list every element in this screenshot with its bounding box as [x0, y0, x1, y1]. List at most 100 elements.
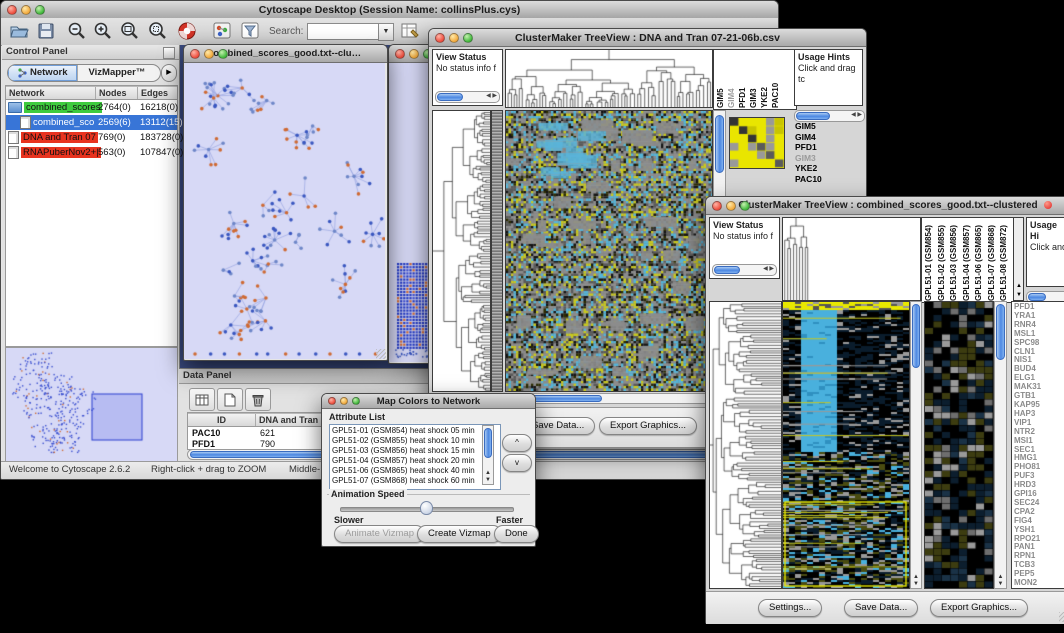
zoom-icon[interactable] — [352, 397, 360, 405]
zoom-icon[interactable] — [463, 33, 473, 43]
scrollbar-thumb[interactable] — [530, 395, 602, 402]
tab-network[interactable]: Network — [8, 65, 77, 81]
zoom-icon[interactable] — [740, 201, 750, 211]
title-bar[interactable]: combined_scores_good.txt--cluste... — [184, 45, 387, 63]
title-bar[interactable]: Map Colors to Network — [322, 394, 535, 409]
filter-icon[interactable] — [241, 22, 260, 45]
network-row[interactable]: DNA and Tran 07 769(0) 183728(0) — [6, 130, 177, 145]
search-input[interactable] — [307, 23, 381, 40]
scroll-arrows-icon[interactable]: ◀ ▶ — [486, 92, 497, 101]
gene-labels[interactable]: PFD1YRA1RNR4MSL1SPC98CLN1NIS1BUD4ELG1MAK… — [1011, 301, 1064, 589]
close-icon[interactable] — [712, 201, 722, 211]
network-row-selected[interactable]: combined_sco 2569(6) 13112(15) — [6, 115, 177, 130]
minimize-icon[interactable] — [409, 49, 419, 59]
minimize-icon[interactable] — [449, 33, 459, 43]
column-label[interactable]: GPL51-03 (GSM856) — [948, 219, 961, 301]
column-label[interactable]: GPL51-08 (GSM872) — [998, 219, 1011, 301]
speed-slider-thumb[interactable] — [420, 501, 433, 515]
col-network[interactable]: Network — [6, 87, 96, 99]
move-down-button[interactable]: v — [502, 454, 532, 472]
scroll-up-icon[interactable]: ▲ — [995, 574, 1006, 580]
export-graphics-button[interactable]: Export Graphics... — [930, 599, 1028, 617]
attribute-item[interactable]: GPL51-06 (GSM865) heat shock 40 min — [332, 466, 498, 476]
scroll-down-icon[interactable]: ▼ — [911, 581, 921, 587]
zoom-out-icon[interactable] — [67, 21, 87, 46]
title-bar[interactable]: ClusterMaker TreeView : DNA and Tran 07-… — [429, 29, 866, 47]
resize-grip[interactable] — [1059, 612, 1064, 622]
scrollbar-thumb[interactable] — [912, 304, 920, 368]
save-icon[interactable] — [37, 22, 55, 45]
column-label[interactable]: PFD1 — [738, 51, 748, 108]
zoom-heatmap[interactable] — [729, 117, 785, 169]
col-edges[interactable]: Edges — [138, 87, 177, 99]
zoom-heatmap[interactable] — [924, 301, 994, 589]
minimize-icon[interactable] — [21, 5, 31, 15]
scrollbar-thumb[interactable] — [1028, 293, 1046, 301]
close-icon[interactable] — [7, 5, 17, 15]
column-dendrogram[interactable] — [505, 49, 713, 108]
close-icon[interactable] — [435, 33, 445, 43]
network-canvas[interactable] — [184, 63, 385, 359]
zoom-icon[interactable] — [218, 49, 228, 59]
column-label[interactable]: GPL51-04 (GSM857) — [961, 219, 974, 301]
column-label[interactable]: GPL51-01 (GSM854) — [923, 219, 936, 301]
tab-overflow-button[interactable]: ▶ — [161, 64, 177, 82]
search-dropdown-button[interactable]: ▼ — [378, 23, 394, 41]
gene-label[interactable]: GIM4 — [795, 132, 861, 143]
zoom-vscrollbar[interactable]: ▲ ▼ — [994, 301, 1007, 589]
scrollbar-thumb[interactable] — [714, 266, 740, 274]
gene-label[interactable]: GIM5 — [795, 121, 861, 132]
vizmapper-icon[interactable] — [213, 22, 232, 45]
col-id[interactable]: ID — [188, 414, 256, 426]
column-label[interactable]: GIM5 — [716, 51, 726, 108]
heatmap-canvas[interactable] — [505, 110, 713, 392]
scrollbar-thumb[interactable] — [796, 112, 830, 120]
column-label[interactable]: GPL51-07 (GSM868) — [986, 219, 999, 301]
gene-label[interactable]: GIM3 — [795, 153, 861, 164]
column-label[interactable]: GIM3 — [749, 51, 759, 108]
open-file-icon[interactable] — [9, 22, 29, 45]
scrollbar-thumb[interactable] — [437, 93, 463, 101]
network-row[interactable]: RNAPuberNov2+| 563(0) 107847(0) — [6, 145, 177, 160]
heatmap-canvas[interactable] — [782, 301, 910, 589]
gene-label[interactable]: MON2 — [1014, 579, 1064, 588]
column-scroll-arrows[interactable]: ▲ ▼ — [1013, 217, 1024, 301]
export-graphics-button[interactable]: Export Graphics... — [599, 417, 697, 435]
column-label[interactable]: YKE2 — [760, 51, 770, 108]
zoom-icon[interactable] — [35, 5, 45, 15]
attribute-item[interactable]: GPL51-04 (GSM857) heat shock 20 min — [332, 456, 498, 466]
resize-grip[interactable] — [376, 349, 386, 359]
column-label[interactable]: GIM4 — [727, 51, 737, 108]
scroll-down-icon[interactable]: ▼ — [1016, 292, 1022, 298]
scroll-arrows-icon[interactable]: ◀ ▶ — [851, 111, 862, 120]
done-button[interactable]: Done — [494, 525, 539, 543]
col-nodes[interactable]: Nodes — [96, 87, 138, 99]
settings-button[interactable]: Settings... — [758, 599, 822, 617]
scroll-down-icon[interactable]: ▼ — [483, 477, 493, 483]
gene-label[interactable]: PAC10 — [795, 174, 861, 185]
float-panel-icon[interactable] — [163, 47, 175, 59]
minimize-icon[interactable] — [726, 201, 736, 211]
birdseye-view[interactable] — [5, 347, 178, 462]
gene-labels[interactable]: GIM5GIM4PFD1GIM3YKE2PAC10 — [795, 121, 861, 184]
attribute-item[interactable]: GPL51-07 (GSM868) heat shock 60 min — [332, 476, 498, 486]
save-data-button[interactable]: Save Data... — [844, 599, 918, 617]
close-icon[interactable] — [1044, 201, 1052, 209]
row-dendrogram[interactable] — [432, 110, 491, 392]
title-bar[interactable]: ClusterMaker TreeView : combined_scores_… — [706, 197, 1064, 215]
close-icon[interactable] — [395, 49, 405, 59]
help-icon[interactable] — [177, 21, 197, 46]
view-status-scrollbar[interactable]: ◀ ▶ — [712, 264, 777, 276]
attribute-item[interactable]: GPL51-02 (GSM855) heat shock 10 min — [332, 436, 498, 446]
attribute-list-scrollbar[interactable]: ▲ ▼ — [482, 425, 494, 485]
close-icon[interactable] — [190, 49, 200, 59]
zoom-selected-icon[interactable] — [119, 21, 141, 46]
attribute-list[interactable]: GPL51-01 (GSM854) heat shock 05 minGPL51… — [329, 424, 501, 490]
network-row[interactable]: combined_scores 2764(0) 16218(0) — [6, 100, 177, 115]
heatmap-hscrollbar[interactable] — [505, 393, 713, 404]
attribute-item[interactable]: GPL51-01 (GSM854) heat shock 05 min — [332, 426, 498, 436]
minimize-icon[interactable] — [204, 49, 214, 59]
scroll-arrows-icon[interactable]: ◀ ▶ — [763, 265, 774, 274]
gene-label[interactable]: PFD1 — [795, 142, 861, 153]
tab-vizmapper[interactable]: VizMapper™ — [77, 65, 155, 81]
